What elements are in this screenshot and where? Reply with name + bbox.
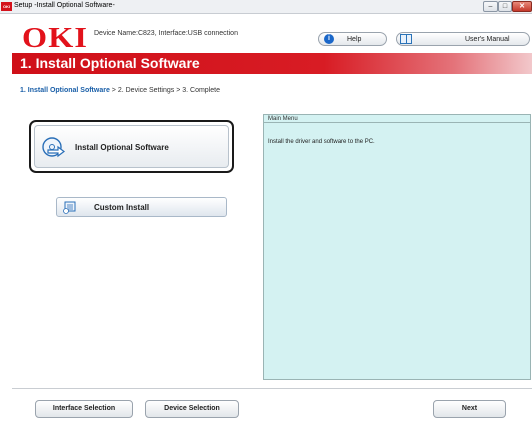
custom-install-button[interactable]: Custom Install bbox=[56, 197, 227, 217]
description-panel: Main Menu Install the driver and softwar… bbox=[263, 114, 531, 380]
users-manual-button[interactable]: User's Manual bbox=[396, 32, 530, 46]
oki-logo: OKI bbox=[22, 23, 89, 54]
breadcrumb: 1. Install Optional Software > 2. Device… bbox=[20, 87, 220, 94]
footer-divider bbox=[12, 388, 532, 389]
window-title: Setup -Install Optional Software- bbox=[14, 2, 115, 9]
device-selection-button[interactable]: Device Selection bbox=[145, 400, 239, 418]
install-optional-software-button[interactable]: Install Optional Software bbox=[34, 125, 229, 168]
description-panel-header: Main Menu bbox=[264, 115, 530, 123]
oki-app-icon: OKI bbox=[1, 2, 12, 11]
next-button[interactable]: Next bbox=[433, 400, 506, 418]
custom-install-label: Custom Install bbox=[94, 203, 150, 212]
users-manual-label: User's Manual bbox=[465, 36, 510, 43]
install-optional-software-label: Install Optional Software bbox=[75, 143, 169, 152]
minimize-button[interactable]: – bbox=[483, 1, 498, 12]
window-title-bar: OKI Setup -Install Optional Software- – … bbox=[0, 0, 532, 14]
info-icon: i bbox=[324, 34, 334, 44]
install-optional-highlight-frame: Install Optional Software bbox=[29, 120, 234, 173]
page-banner: 1. Install Optional Software bbox=[12, 53, 532, 74]
interface-selection-button[interactable]: Interface Selection bbox=[35, 400, 133, 418]
close-button[interactable]: ✕ bbox=[512, 1, 532, 12]
device-info: Device Name:C823, Interface:USB connecti… bbox=[94, 30, 238, 37]
maximize-button[interactable]: □ bbox=[498, 1, 512, 12]
help-button[interactable]: i Help bbox=[318, 32, 387, 46]
help-label: Help bbox=[347, 36, 362, 43]
manual-book-icon bbox=[400, 34, 412, 44]
page-title: 1. Install Optional Software bbox=[20, 55, 200, 71]
custom-install-icon bbox=[63, 201, 76, 214]
breadcrumb-remaining-steps: > 2. Device Settings > 3. Complete bbox=[109, 87, 220, 94]
breadcrumb-current-step: 1. Install Optional Software bbox=[20, 87, 110, 94]
description-text: Install the driver and software to the P… bbox=[268, 139, 375, 145]
disc-install-icon bbox=[42, 137, 65, 158]
